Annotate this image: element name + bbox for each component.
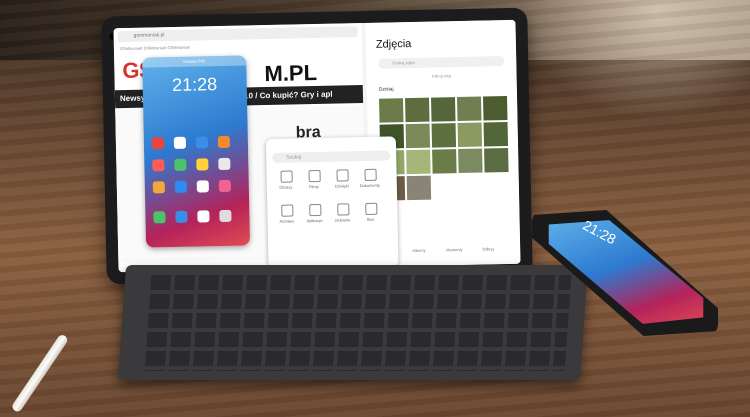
network-icon[interactable] — [365, 202, 378, 216]
messages-icon[interactable] — [175, 210, 188, 223]
category-label: Filmy — [309, 183, 319, 190]
category-label: Dźwięki — [334, 183, 349, 189]
nav-item-newsy[interactable]: Newsy — [120, 90, 146, 109]
photo-thumbnail[interactable] — [457, 122, 483, 148]
app-grid — [151, 135, 242, 224]
photo-thumbnail[interactable] — [483, 96, 508, 121]
tab-moments[interactable]: Momenty — [446, 247, 463, 252]
category-label: Sieć — [366, 216, 375, 222]
clock-time: 21:28 — [171, 74, 218, 96]
archive-icon[interactable] — [281, 204, 294, 217]
photo-thumbnail[interactable] — [432, 149, 457, 174]
apps-icon[interactable] — [309, 203, 322, 217]
camera-icon[interactable] — [219, 209, 232, 223]
app-icon[interactable] — [174, 180, 187, 193]
app-icon[interactable] — [218, 179, 231, 193]
category-label: Ulubione — [334, 217, 351, 223]
photo-thumbnail[interactable] — [431, 123, 457, 148]
app-icon[interactable] — [217, 135, 231, 149]
photo-thumbnail[interactable] — [458, 148, 483, 174]
photo-thumbnail[interactable] — [379, 98, 404, 123]
floating-window[interactable]: Huawei P40 21:28 — [142, 55, 251, 248]
photo-thumbnail[interactable] — [406, 149, 431, 175]
category-label: Aplikacje — [306, 217, 323, 224]
photo-thumbnail[interactable] — [457, 96, 482, 122]
category-label: Archiwa — [279, 218, 294, 224]
keyboard-cover — [117, 265, 589, 380]
gallery-date-label: Dzisiaj — [378, 86, 394, 93]
audio-icon[interactable] — [336, 169, 349, 182]
file-category-grid: Obrazy Filmy Dźwięki Dokumenty Archiwa A… — [275, 168, 391, 261]
app-icon[interactable] — [152, 159, 165, 172]
app-icon[interactable] — [195, 136, 209, 149]
file-search-window[interactable]: Szukaj Obrazy Filmy Dźwięki Dokumenty Ar… — [265, 136, 399, 270]
tab-discover[interactable]: Odkryj — [482, 246, 494, 251]
photo-thumbnail[interactable] — [405, 97, 430, 123]
tab-albums[interactable]: Albumy — [412, 248, 425, 253]
photo-thumbnail[interactable] — [405, 123, 431, 149]
gallery-subtitle: Kliknij tutaj — [431, 73, 452, 79]
app-icon[interactable] — [173, 136, 187, 149]
gallery-title: Zdjęcia — [375, 38, 412, 51]
photo-thumbnail[interactable] — [483, 122, 509, 147]
app-icon[interactable] — [174, 158, 187, 171]
app-icon[interactable] — [218, 157, 231, 171]
file-search-input[interactable]: Szukaj — [272, 150, 391, 163]
images-icon[interactable] — [280, 170, 293, 183]
browser-icon[interactable] — [197, 210, 210, 223]
photo-thumbnail[interactable] — [484, 147, 509, 173]
app-icon[interactable] — [152, 181, 165, 194]
category-label: Dokumenty — [359, 182, 380, 189]
photo-thumbnail[interactable] — [431, 97, 456, 122]
favorites-icon[interactable] — [337, 203, 350, 216]
videos-icon[interactable] — [308, 169, 321, 183]
tablet-screen: gsmmaniak.pl GSMmaniaK GSMmaniaK GSMmani… — [113, 19, 521, 273]
floating-window-title[interactable]: Huawei P40 — [142, 55, 247, 68]
app-icon[interactable] — [151, 137, 165, 150]
documents-icon[interactable] — [364, 168, 377, 182]
category-label: Obrazy — [279, 184, 293, 190]
site-logo-suffix: M.PL — [264, 59, 318, 87]
phone-icon[interactable] — [153, 211, 166, 224]
app-icon[interactable] — [196, 180, 209, 193]
photo-grid — [379, 96, 509, 219]
app-icon[interactable] — [196, 158, 209, 171]
gallery-search-input[interactable]: Szukaj zdjęć — [378, 56, 505, 69]
photo-thumbnail[interactable] — [406, 175, 432, 201]
keyboard-rows — [144, 275, 572, 371]
smartphone: 21:28 — [532, 210, 718, 336]
tablet: gsmmaniak.pl GSMmaniaK GSMmaniaK GSMmani… — [101, 7, 533, 285]
